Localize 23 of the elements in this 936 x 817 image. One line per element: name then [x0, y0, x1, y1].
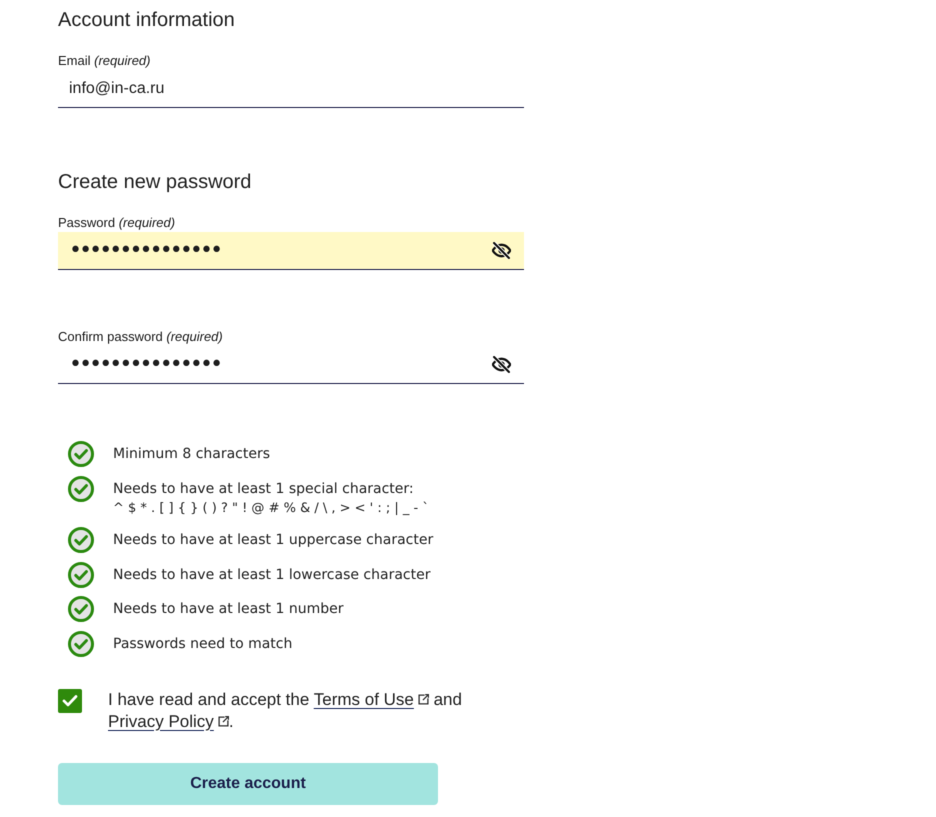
requirement-text: Needs to have at least 1 lowercase character — [113, 566, 430, 584]
text-link[interactable]: Terms of Use — [314, 690, 429, 708]
external-link-icon — [418, 694, 429, 704]
eye-slash-icon[interactable] — [492, 242, 511, 259]
eye-slash-icon[interactable] — [492, 356, 511, 373]
terms-checkbox[interactable] — [58, 688, 82, 712]
field-label: Email (required) — [58, 52, 152, 70]
field-label: Confirm password (required) — [58, 328, 224, 346]
requirement-text: Needs to have at least 1 uppercase character — [113, 531, 434, 550]
text-link[interactable]: Privacy Policy — [108, 712, 229, 730]
terms-text: I have read and accept the Terms of Use and Privacy Policy . — [108, 688, 463, 732]
requirement-text: Needs to have at least 1 special character: — [113, 480, 415, 498]
field-label: Password (required) — [58, 214, 176, 232]
character-list: ^ $ * . [ ] { } ( ) ? " ! @ # % & / \ , > < ' : ; | _ - ` — [113, 498, 429, 518]
password-field[interactable]: ••••••••••••••• — [58, 232, 524, 270]
external-link-icon — [218, 716, 229, 726]
section-heading: Create new password — [58, 170, 252, 195]
create-account-button[interactable]: Create account — [58, 762, 438, 804]
checkmark-icon — [62, 694, 78, 707]
requirement-text: Minimum 8 characters — [113, 445, 270, 464]
requirement-text: Needs to have at least 1 number — [113, 600, 344, 619]
section-heading: Account information — [58, 8, 236, 33]
requirement-text: Passwords need to match — [113, 634, 292, 654]
